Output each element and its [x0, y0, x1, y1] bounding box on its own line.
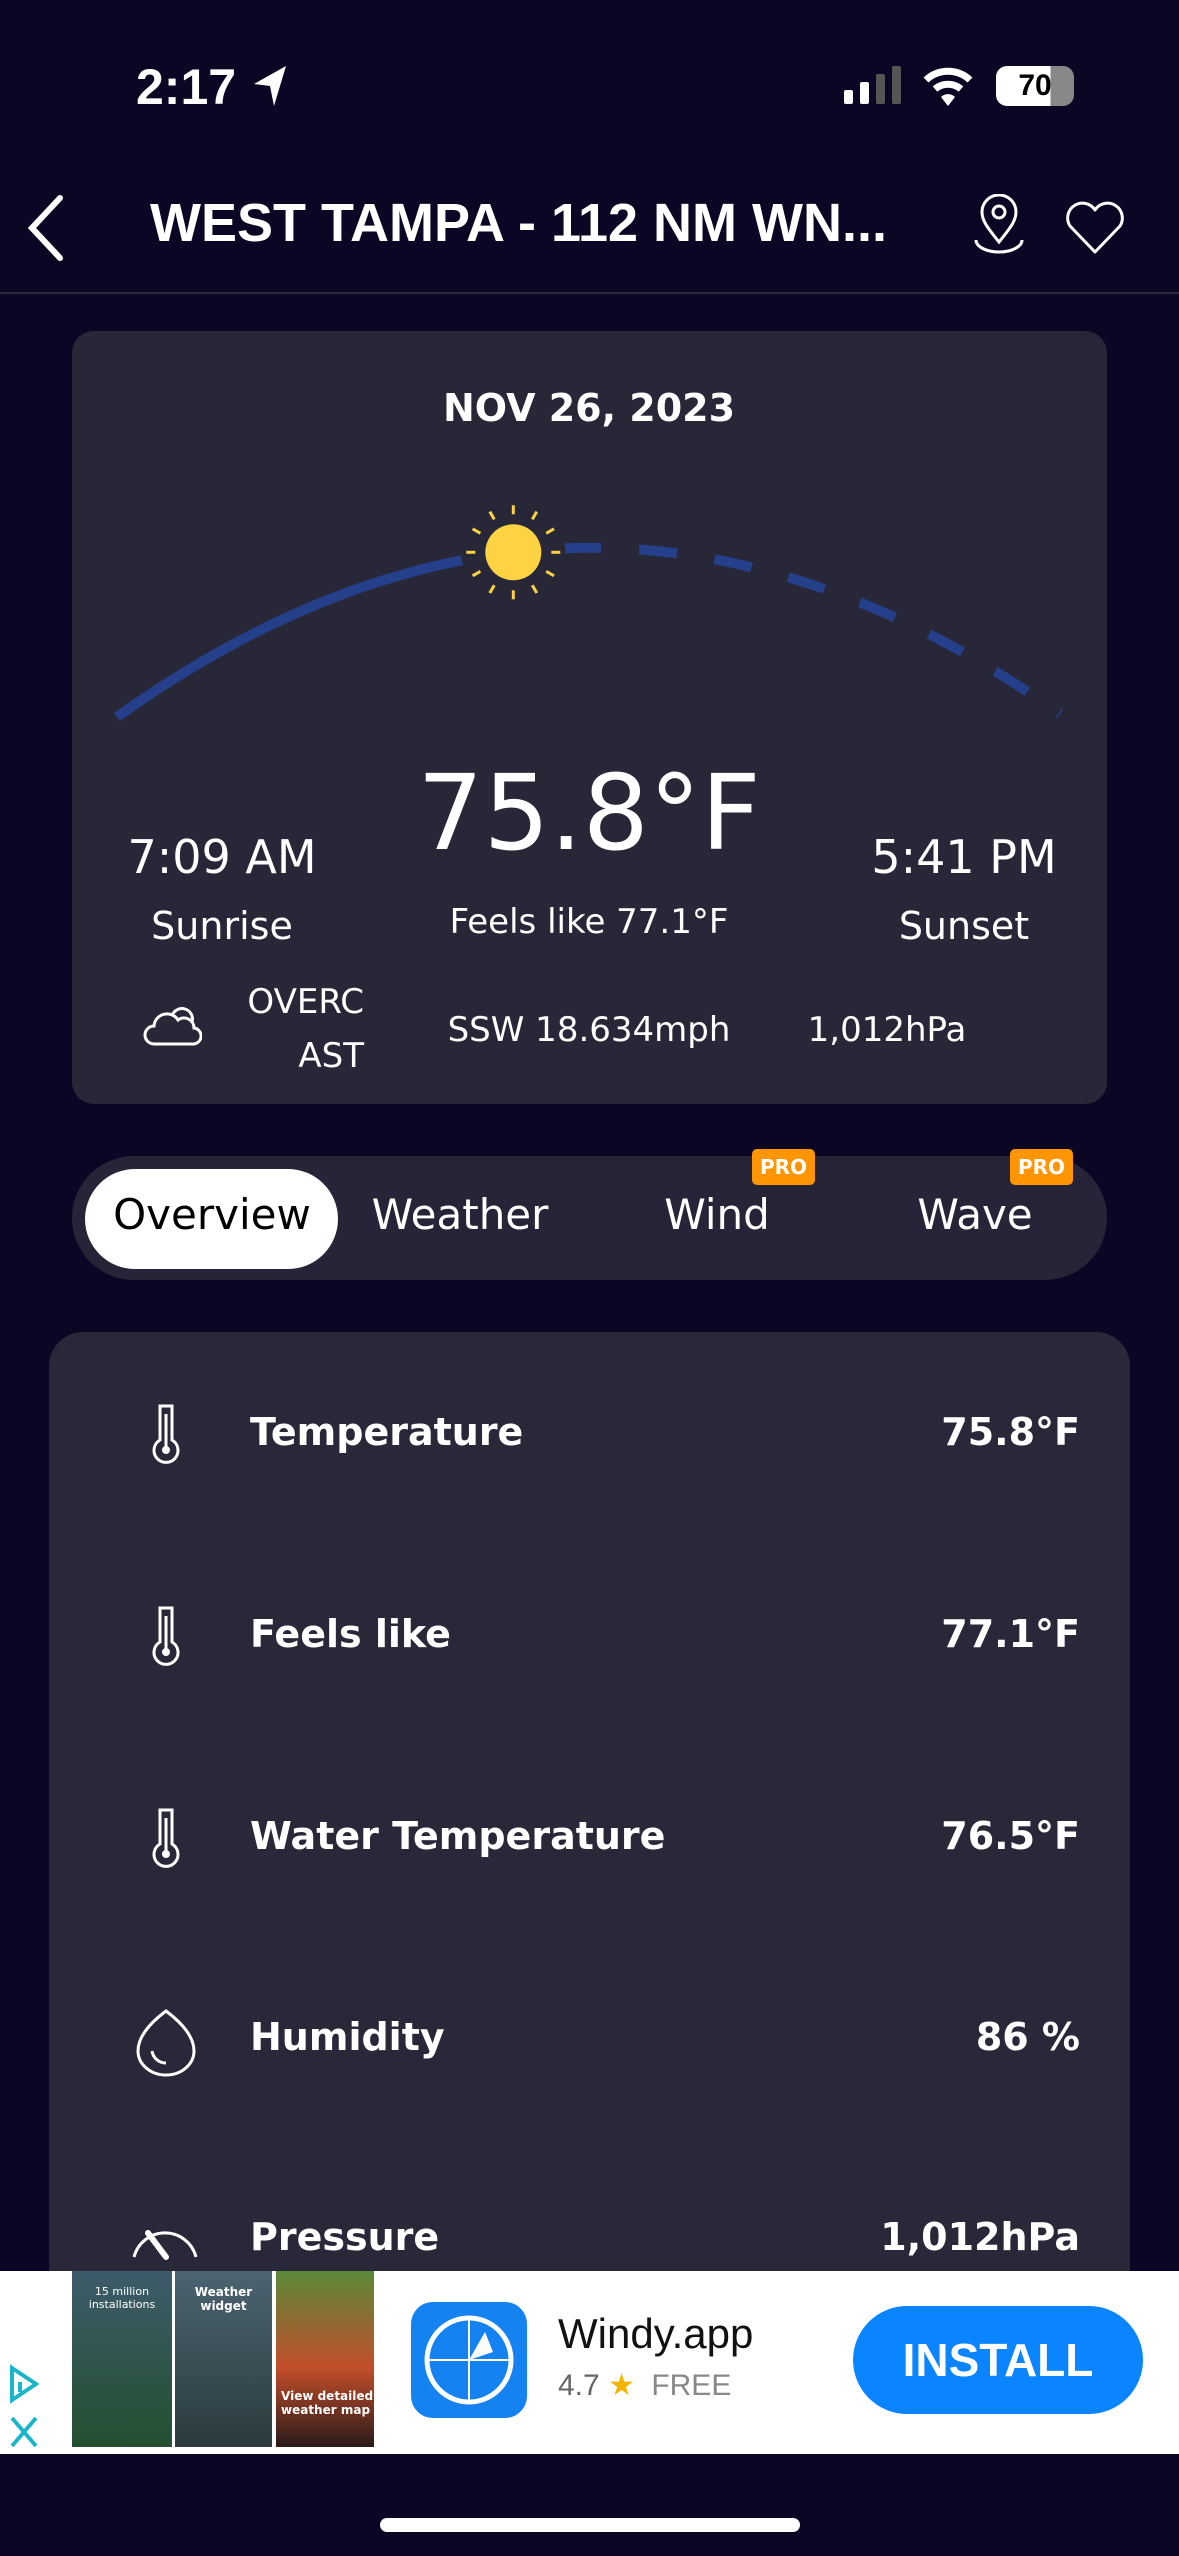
sunset-time: 5:41 PM [871, 830, 1057, 884]
ad-rating: 4.7 [558, 2369, 600, 2402]
windy-app-icon [411, 2302, 527, 2418]
droplet-icon [134, 2007, 198, 2081]
tab-wave[interactable]: Wave [917, 1190, 1032, 1239]
ad-app-name: Windy.app [558, 2310, 754, 2357]
row-label: Water Temperature [250, 1814, 666, 1858]
ad-screenshot-1-caption: 15 million installations [88, 2285, 156, 2311]
star-icon: ★ [608, 2369, 635, 2402]
row-value: 86 % [975, 2015, 1080, 2059]
ad-screenshot-2: Weather widget [175, 2271, 272, 2447]
ad-price: FREE [651, 2369, 732, 2402]
ad-close-icon[interactable] [8, 2414, 40, 2450]
tab-overview[interactable]: Overview [113, 1190, 311, 1239]
ad-screenshot-1: 15 million installations [72, 2271, 172, 2447]
condition-text: OVERC AST [234, 982, 364, 1076]
sunset-label: Sunset [898, 904, 1030, 948]
sunrise-time: 7:09 AM [127, 830, 317, 884]
row-value: 77.1°F [941, 1612, 1080, 1656]
wind-summary: SSW 18.634mph [447, 1010, 731, 1050]
condition-line-2: AST [298, 1036, 364, 1076]
row-value: 1,012hPa [880, 2215, 1080, 2259]
sunrise-label: Sunrise [151, 904, 293, 948]
row-label: Temperature [250, 1410, 524, 1454]
ad-screenshot-3: View detailed weather map [276, 2271, 374, 2447]
pressure-summary: 1,012hPa [807, 1010, 967, 1050]
ad-screenshot-2-caption: Weather widget [194, 2285, 253, 2313]
sun-arc-elapsed [114, 547, 514, 722]
row-value: 75.8°F [941, 1410, 1080, 1454]
row-label: Humidity [250, 2015, 445, 2059]
tab-weather[interactable]: Weather [372, 1190, 549, 1239]
install-button[interactable]: INSTALL [853, 2306, 1143, 2414]
gauge-icon [128, 2207, 202, 2271]
sun-arc-remaining [512, 542, 1063, 719]
thermometer-icon [146, 1402, 186, 1470]
ad-screenshot-3-caption: View detailed weather map [281, 2389, 374, 2417]
thermometer-icon [146, 1806, 186, 1874]
tab-wind[interactable]: Wind [664, 1190, 770, 1239]
current-temperature: 75.8°F [417, 752, 761, 874]
thermometer-icon [146, 1604, 186, 1672]
pro-badge-wave: PRO [1010, 1149, 1074, 1185]
cloud-icon [143, 1007, 202, 1046]
sun-path-arc [114, 500, 1063, 722]
ad-choices-icon[interactable] [6, 2364, 42, 2404]
row-label: Feels like [250, 1612, 451, 1656]
row-value: 76.5°F [941, 1814, 1080, 1858]
condition-line-1: OVERC [247, 982, 364, 1022]
home-indicator[interactable] [380, 2518, 800, 2532]
sun-icon [461, 500, 566, 605]
feels-like: Feels like 77.1°F [449, 902, 729, 942]
ad-rating-row: 4.7 ★ FREE [558, 2368, 731, 2403]
row-label: Pressure [250, 2215, 440, 2259]
pro-badge-wind: PRO [752, 1149, 816, 1185]
